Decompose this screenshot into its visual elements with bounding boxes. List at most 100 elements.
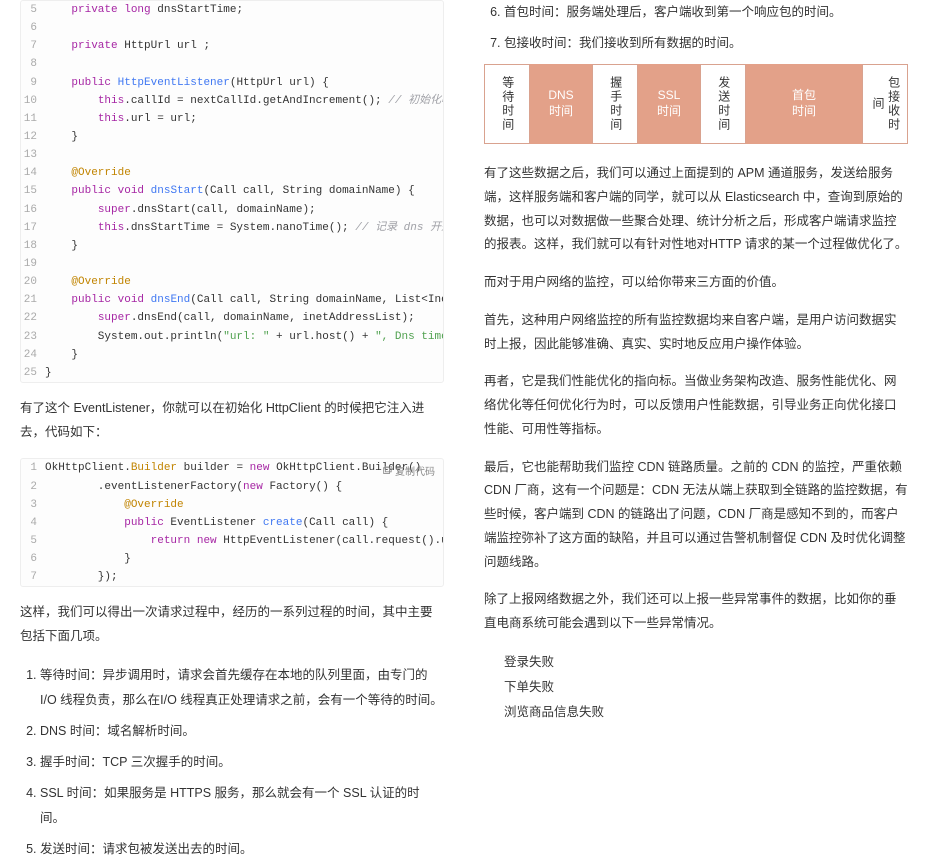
line-number: 5: [21, 1, 45, 19]
line-number: 24: [21, 346, 45, 364]
line-number: 13: [21, 146, 45, 164]
list-item: 等待时间：异步调用时，请求会首先缓存在本地的队列里面，由专门的 I/O 线程负责…: [40, 663, 444, 713]
code-text: super.dnsEnd(call, domainName, inetAddre…: [45, 309, 415, 327]
chart-segment-label: 发送时间: [715, 76, 731, 132]
chart-segment: 等待时间: [484, 64, 530, 144]
line-number: 25: [21, 364, 45, 382]
copy-icon: [382, 466, 392, 476]
code-text: });: [45, 568, 118, 586]
r-para-5: 最后，它也能帮助我们监控 CDN 链路质量。之前的 CDN 的监控，严重依赖 C…: [484, 456, 908, 575]
code-line: 7 private HttpUrl url ;: [21, 37, 443, 55]
line-number: 2: [21, 478, 45, 496]
line-number: 23: [21, 328, 45, 346]
code-line: 20 @Override: [21, 273, 443, 291]
r-para-2: 而对于用户网络的监控，可以给你带来三方面的价值。: [484, 271, 908, 295]
chart-segment-sublabel: 时间: [657, 104, 681, 120]
code-text: private HttpUrl url ;: [45, 37, 210, 55]
line-number: 6: [21, 550, 45, 568]
code-line: 2 .eventListenerFactory(new Factory() {: [21, 478, 443, 496]
code-text: private long dnsStartTime;: [45, 1, 243, 19]
line-number: 4: [21, 514, 45, 532]
line-number: 7: [21, 568, 45, 586]
line-number: 11: [21, 110, 45, 128]
code-text: public HttpEventListener(HttpUrl url) {: [45, 74, 329, 92]
code-text: this.url = url;: [45, 110, 197, 128]
code-line: 5 private long dnsStartTime;: [21, 1, 443, 19]
chart-segment-sublabel: 时间: [549, 104, 573, 120]
code-text: }: [45, 128, 78, 146]
code-line: 19: [21, 255, 443, 273]
code-text: this.callId = nextCallId.getAndIncrement…: [45, 92, 443, 110]
code-line: 9 public HttpEventListener(HttpUrl url) …: [21, 74, 443, 92]
chart-segment-label: 握手时间: [607, 76, 623, 132]
code-text: this.dnsStartTime = System.nanoTime(); /…: [45, 219, 443, 237]
r-para-4: 再者，它是我们性能优化的指向标。当做业务架构改造、服务性能优化、网络优化等任何优…: [484, 370, 908, 441]
code-line: 6: [21, 19, 443, 37]
code-text: @Override: [45, 273, 131, 291]
chart-segment-sublabel: 时间: [792, 104, 816, 120]
copy-code-label: 复制代码: [395, 463, 435, 478]
line-number: 8: [21, 55, 45, 73]
code-text: @Override: [45, 164, 131, 182]
code-text: }: [45, 550, 131, 568]
code-line: 1OkHttpClient.Builder builder = new OkHt…: [21, 459, 443, 477]
list-item: 登录失败: [504, 650, 908, 675]
chart-segment-label: 首包: [792, 88, 816, 104]
line-number: 15: [21, 182, 45, 200]
line-number: 5: [21, 532, 45, 550]
chart-segment: 发送时间: [700, 64, 746, 144]
chart-segment: 首包时间: [746, 64, 862, 144]
code-line: 12 }: [21, 128, 443, 146]
code-text: }: [45, 237, 78, 255]
line-number: 22: [21, 309, 45, 327]
code-line: 15 public void dnsStart(Call call, Strin…: [21, 182, 443, 200]
copy-code-button[interactable]: 复制代码: [382, 463, 435, 478]
right-column: 首包时间：服务端处理后，客户端收到第一个响应包的时间。包接收时间：我们接收到所有…: [464, 0, 928, 665]
chart-segment-label: SSL: [658, 88, 681, 104]
code-text: public void dnsEnd(Call call, String dom…: [45, 291, 443, 309]
line-number: 14: [21, 164, 45, 182]
para-intro-inject: 有了这个 EventListener，你就可以在初始化 HttpClient 的…: [20, 397, 444, 445]
line-number: 17: [21, 219, 45, 237]
code-line: 5 return new HttpEventListener(call.requ…: [21, 532, 443, 550]
code-text: .eventListenerFactory(new Factory() {: [45, 478, 342, 496]
code-text: OkHttpClient.Builder builder = new OkHtt…: [45, 459, 421, 477]
code-text: }: [45, 364, 52, 382]
code-line: 13: [21, 146, 443, 164]
line-number: 3: [21, 496, 45, 514]
timing-chart: 等待时间DNS时间握手时间SSL时间发送时间首包时间包接收时间: [484, 64, 908, 144]
list-item: SSL 时间：如果服务是 HTTPS 服务，那么就会有一个 SSL 认证的时间。: [40, 781, 444, 831]
code-line: 21 public void dnsEnd(Call call, String …: [21, 291, 443, 309]
line-number: 16: [21, 201, 45, 219]
code-line: 16 super.dnsStart(call, domainName);: [21, 201, 443, 219]
list-item: 握手时间：TCP 三次握手的时间。: [40, 750, 444, 775]
code-line: 4 public EventListener create(Call call)…: [21, 514, 443, 532]
code-line: 14 @Override: [21, 164, 443, 182]
left-column: 5 private long dnsStartTime;67 private H…: [0, 0, 464, 665]
code-line: 8: [21, 55, 443, 73]
line-number: 7: [21, 37, 45, 55]
error-list: 登录失败下单失败浏览商品信息失败: [484, 650, 908, 725]
line-number: 18: [21, 237, 45, 255]
line-number: 6: [21, 19, 45, 37]
list-item: 下单失败: [504, 675, 908, 700]
list-item: DNS 时间：域名解析时间。: [40, 719, 444, 744]
list-item: 发送时间：请求包被发送出去的时间。: [40, 837, 444, 862]
code-text: }: [45, 346, 78, 364]
chart-segment: 握手时间: [592, 64, 638, 144]
line-number: 9: [21, 74, 45, 92]
chart-segment-label: DNS: [548, 88, 573, 104]
code-line: 25}: [21, 364, 443, 382]
list-item: 浏览商品信息失败: [504, 700, 908, 725]
line-number: 19: [21, 255, 45, 273]
chart-segment: DNS时间: [530, 64, 592, 144]
phase-list-left: 等待时间：异步调用时，请求会首先缓存在本地的队列里面，由专门的 I/O 线程负责…: [20, 663, 444, 862]
code-line: 3 @Override: [21, 496, 443, 514]
code-line: 6 }: [21, 550, 443, 568]
r-para-3: 首先，这种用户网络监控的所有监控数据均来自客户端，是用户访问数据实时上报，因此能…: [484, 309, 908, 357]
code-text: public void dnsStart(Call call, String d…: [45, 182, 415, 200]
r-para-6: 除了上报网络数据之外，我们还可以上报一些异常事件的数据，比如你的垂直电商系统可能…: [484, 588, 908, 636]
list-item: 首包时间：服务端处理后，客户端收到第一个响应包的时间。: [504, 0, 908, 25]
chart-segment-label: 等待时间: [499, 76, 515, 132]
para-phases-intro: 这样，我们可以得出一次请求过程中，经历的一系列过程的时间，其中主要包括下面几项。: [20, 601, 444, 649]
